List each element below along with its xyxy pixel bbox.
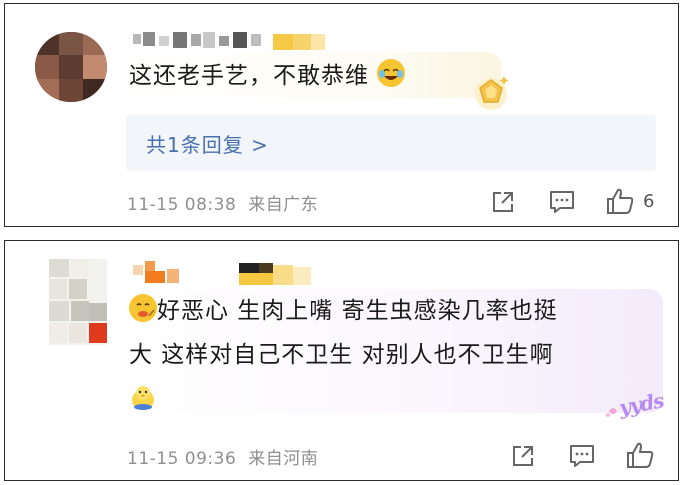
location: 来自广东 <box>248 195 319 215</box>
avatar[interactable] <box>49 259 107 345</box>
yyds-sticker: yyds <box>603 388 667 423</box>
location: 来自河南 <box>248 449 319 469</box>
replies-box[interactable]: 共1条回复 > <box>126 115 656 171</box>
comment-meta: 11-15 08:38 来自广东 <box>127 190 318 215</box>
comment-icon[interactable] <box>568 443 596 469</box>
like-thumbs-up-icon[interactable] <box>625 441 655 469</box>
comment-meta: 11-15 09:36 来自河南 <box>127 444 318 469</box>
view-replies-link[interactable]: 共1条回复 > <box>146 129 269 158</box>
share-icon[interactable] <box>510 443 536 469</box>
comment-icon[interactable] <box>548 189 576 215</box>
timestamp: 11-15 09:36 <box>127 449 237 469</box>
like-count: 6 <box>643 191 655 212</box>
comment-card: 这还老手艺，不敢恭维 共1条回复 > 11-15 08:38 来自广东 6 <box>4 3 679 227</box>
eating-emoji <box>129 294 157 322</box>
gold-medal-badge-icon <box>471 72 511 112</box>
share-icon[interactable] <box>490 189 516 215</box>
laughing-crying-emoji <box>377 59 406 87</box>
username-redacted[interactable] <box>133 30 333 52</box>
comment-card: 好恶心 生肉上嘴 寄生虫感染几率也挺 大 这样对自己不卫生 对别人也不卫生啊 y… <box>4 240 679 481</box>
timestamp: 11-15 08:38 <box>127 195 237 215</box>
comment-text: 这还老手艺，不敢恭维 <box>129 54 406 98</box>
like-thumbs-up-icon[interactable] <box>605 187 635 215</box>
comment-text: 好恶心 生肉上嘴 寄生虫感染几率也挺 大 这样对自己不卫生 对别人也不卫生啊 <box>129 289 649 421</box>
avatar[interactable] <box>35 32 107 102</box>
chick-emoji <box>129 382 157 410</box>
username-redacted[interactable] <box>133 259 323 285</box>
